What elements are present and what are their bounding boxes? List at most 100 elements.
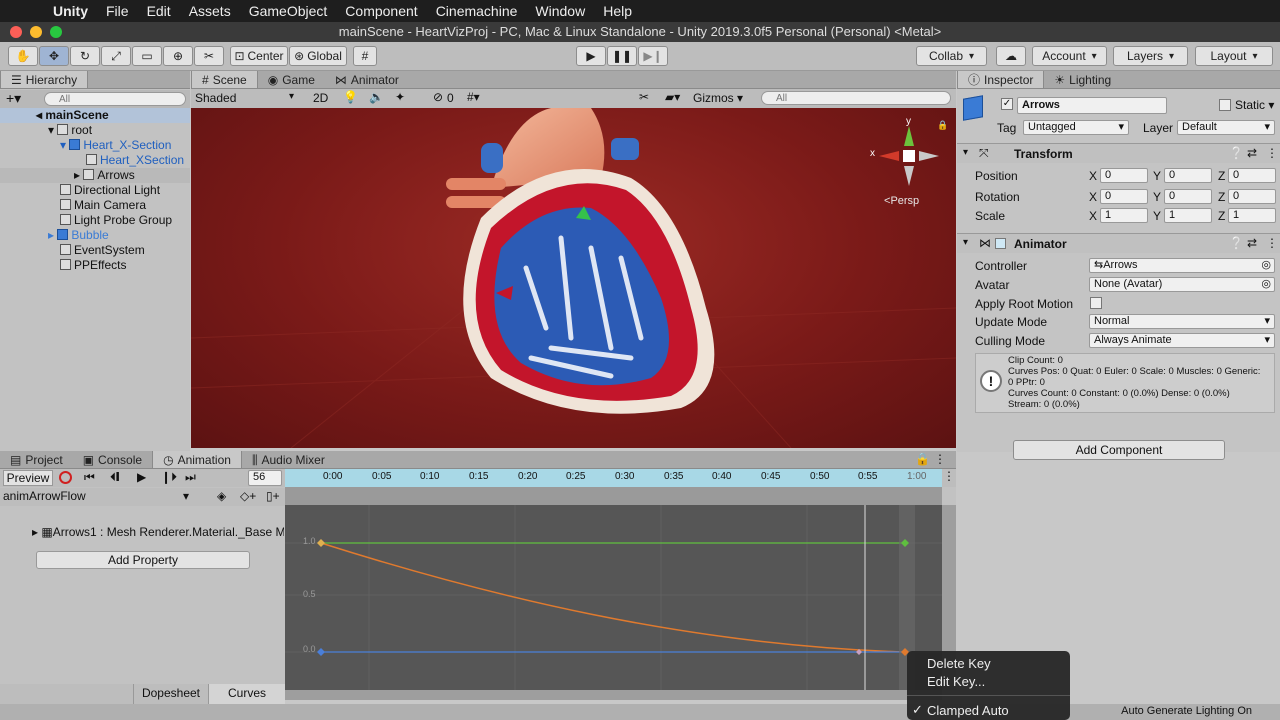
menu-assets[interactable]: Assets	[180, 3, 240, 19]
active-checkbox[interactable]: ✓	[1001, 98, 1013, 110]
scene-search-input[interactable]	[761, 91, 951, 105]
update-mode-dropdown[interactable]: Normal ▾	[1089, 314, 1275, 329]
help-icon[interactable]: ❔	[1229, 236, 1244, 250]
hierarchy-item-light-probe-group[interactable]: Light Probe Group	[0, 213, 190, 228]
gizmos-dropdown[interactable]: Gizmos ▾	[693, 91, 743, 105]
tab-scene[interactable]: # Scene	[191, 71, 258, 88]
frame-field[interactable]: 56	[248, 470, 282, 486]
tab-project[interactable]: ▤ Project	[0, 451, 73, 468]
tab-audio-mixer[interactable]: ⫼ Audio Mixer	[242, 451, 335, 468]
more-menu-icon[interactable]: ⋮	[942, 469, 956, 487]
tab-inspector[interactable]: ⓘ Inspector	[957, 71, 1045, 88]
tab-dopesheet[interactable]: Dopesheet	[133, 684, 208, 704]
custom-tool-icon[interactable]: ✂	[194, 46, 224, 66]
pivot-center-button[interactable]: ⊡ Center	[230, 46, 288, 66]
hierarchy-item-main-camera[interactable]: Main Camera	[0, 198, 190, 213]
position-x-field[interactable]: 0	[1100, 168, 1148, 183]
step-button[interactable]: ▶❙	[638, 46, 668, 66]
menu-delete-key[interactable]: Delete Key	[927, 656, 991, 671]
hierarchy-item-arrows[interactable]: ▸ Arrows	[0, 168, 190, 183]
controller-field[interactable]: ⇆Arrows ◎	[1089, 258, 1275, 273]
clip-dropdown[interactable]: animArrowFlow ▾	[3, 489, 193, 505]
account-dropdown[interactable]: Account	[1032, 46, 1107, 66]
curve-editor[interactable]: 1.0 0.5 0.0	[285, 505, 942, 690]
layers-dropdown[interactable]: Layers	[1113, 46, 1188, 66]
avatar-field[interactable]: None (Avatar) ◎	[1089, 277, 1275, 292]
static-checkbox[interactable]	[1219, 99, 1231, 111]
create-dropdown-icon[interactable]: +▾	[6, 90, 21, 107]
last-key-icon[interactable]: ⏭	[185, 470, 196, 485]
snap-grid-icon[interactable]: #	[353, 46, 377, 66]
record-button[interactable]	[59, 471, 72, 484]
menu-help[interactable]: Help	[594, 3, 641, 19]
grid-toggle-icon[interactable]: #▾	[467, 90, 480, 104]
animator-enabled-checkbox[interactable]	[995, 238, 1006, 249]
more-menu-icon[interactable]: ⋮	[1266, 146, 1278, 160]
tools-icon[interactable]: ✂	[639, 90, 649, 104]
play-animation-icon[interactable]: ▶	[137, 470, 146, 484]
add-keyframe-icon[interactable]: ◈	[217, 489, 226, 503]
animator-header[interactable]: ▾ ⋈ Animator ❔ ⇄ ⋮	[957, 233, 1280, 253]
hierarchy-item-ppeffects[interactable]: PPEffects	[0, 258, 190, 273]
preview-toggle[interactable]: Preview	[3, 470, 53, 486]
tab-console[interactable]: ▣ Console	[73, 451, 152, 468]
minimize-window-button[interactable]	[30, 26, 42, 38]
menu-clamped-auto[interactable]: Clamped Auto	[927, 703, 1009, 718]
collab-dropdown[interactable]: Collab	[916, 46, 987, 66]
tab-hierarchy[interactable]: ☰ Hierarchy	[0, 71, 89, 88]
culling-mode-dropdown[interactable]: Always Animate ▾	[1089, 333, 1275, 348]
audio-toggle-icon[interactable]: 🔈	[369, 90, 384, 104]
menu-app[interactable]: Unity	[44, 3, 97, 19]
scale-y-field[interactable]: 1	[1164, 208, 1212, 223]
hierarchy-search-input[interactable]	[44, 92, 186, 106]
projection-label[interactable]: <Persp	[884, 195, 919, 207]
transform-tool-icon[interactable]: ⊕	[163, 46, 193, 66]
hierarchy-item-bubble[interactable]: ▸ Bubble	[0, 228, 190, 243]
curve-horizontal-scrollbar[interactable]	[285, 690, 942, 700]
prev-key-icon[interactable]: ⏴❙	[110, 470, 119, 485]
space-global-button[interactable]: ⊛ Global	[289, 46, 347, 66]
add-component-button[interactable]: Add Component	[1013, 440, 1225, 460]
layer-dropdown[interactable]: Default ▾	[1177, 120, 1275, 135]
rotation-z-field[interactable]: 0	[1228, 189, 1276, 204]
tag-dropdown[interactable]: Untagged ▾	[1023, 120, 1129, 135]
rotation-x-field[interactable]: 0	[1100, 189, 1148, 204]
tab-animator[interactable]: ⋈ Animator	[325, 71, 409, 88]
event-track[interactable]	[285, 487, 942, 505]
play-button[interactable]: ▶	[576, 46, 606, 66]
scale-z-field[interactable]: 1	[1228, 208, 1276, 223]
apply-root-motion-checkbox[interactable]	[1090, 297, 1102, 309]
pause-button[interactable]: ❚❚	[607, 46, 637, 66]
lock-icon[interactable]: 🔒	[937, 120, 948, 131]
tab-curves[interactable]: Curves	[208, 684, 285, 704]
heart-model[interactable]	[191, 108, 956, 448]
hidden-objects-icon[interactable]: ⊘	[433, 90, 443, 104]
first-key-icon[interactable]: ⏮	[84, 470, 95, 485]
object-name-field[interactable]: Arrows	[1017, 97, 1167, 114]
zoom-window-button[interactable]	[50, 26, 62, 38]
tab-lighting[interactable]: ☀ Lighting	[1044, 71, 1121, 88]
menu-file[interactable]: File	[97, 3, 138, 19]
scene-viewport[interactable]: y x 🔒 <Persp	[191, 108, 956, 448]
transform-header[interactable]: ▾ ⤧ Transform ❔ ⇄ ⋮	[957, 143, 1280, 163]
hand-tool-icon[interactable]: ✋	[8, 46, 38, 66]
rotation-y-field[interactable]: 0	[1164, 189, 1212, 204]
timeline-ruler[interactable]: 0:00 0:05 0:10 0:15 0:20 0:25 0:30 0:35 …	[285, 469, 942, 487]
2d-toggle[interactable]: 2D	[313, 91, 328, 105]
scale-x-field[interactable]: 1	[1100, 208, 1148, 223]
shading-dropdown[interactable]: Shaded	[195, 91, 236, 105]
lighting-toggle-icon[interactable]: 💡	[343, 90, 358, 104]
add-event-icon[interactable]: ▯+	[266, 489, 280, 503]
property-row[interactable]: ▸ ▦Arrows1 : Mesh Renderer.Material._Bas…	[32, 525, 284, 539]
hierarchy-item-heart-x-section[interactable]: ▾ Heart_X-Section	[0, 138, 190, 153]
help-icon[interactable]: ❔	[1229, 146, 1244, 160]
layout-dropdown[interactable]: Layout	[1195, 46, 1273, 66]
rect-tool-icon[interactable]: ▭	[132, 46, 162, 66]
menu-edit[interactable]: Edit	[138, 3, 180, 19]
close-window-button[interactable]	[10, 26, 22, 38]
hierarchy-item-root[interactable]: ▾ root	[0, 123, 190, 138]
menu-window[interactable]: Window	[526, 3, 594, 19]
menu-gameobject[interactable]: GameObject	[240, 3, 337, 19]
add-key-icon[interactable]: ◇+	[240, 489, 256, 503]
menu-component[interactable]: Component	[336, 3, 426, 19]
